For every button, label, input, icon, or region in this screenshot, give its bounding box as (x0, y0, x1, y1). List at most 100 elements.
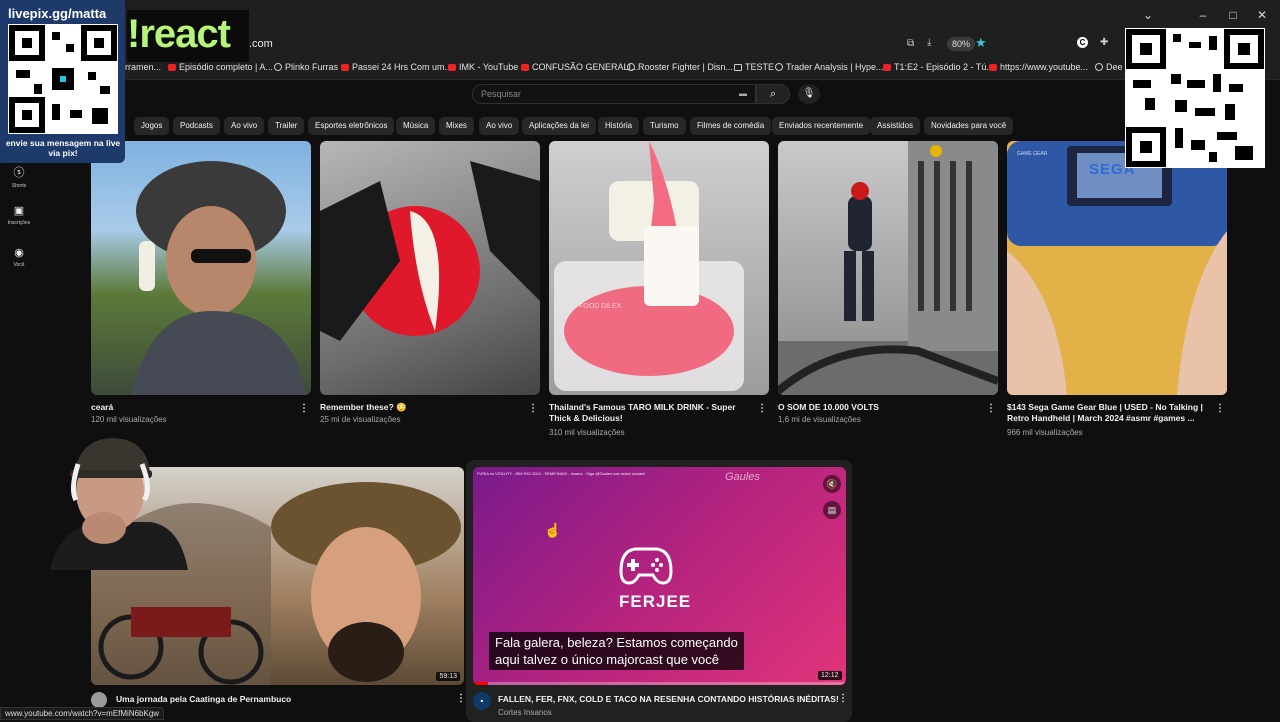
more-options-icon[interactable]: ⋮ (456, 693, 466, 704)
bookmark-item[interactable]: Plinko Furras (274, 62, 338, 72)
chip-filter[interactable]: História (598, 117, 639, 135)
chip-filter[interactable]: Mixes (439, 117, 474, 135)
progress-fill (473, 682, 488, 685)
video-views: 25 mi de visualizações (320, 415, 400, 424)
caption-line: Fala galera, beleza? Estamos começando (495, 634, 738, 651)
mute-icon[interactable]: 🔇 (823, 475, 841, 493)
channel-watermark: Gaules (725, 471, 760, 483)
youtube-icon (341, 64, 349, 71)
preview-top-strip: FURIA vs VITALITY - IEM RIO 2024 - SEMIF… (477, 471, 737, 476)
bookmark-item[interactable]: Episódio completo | A... (168, 62, 273, 72)
more-options-icon[interactable]: ⋮ (299, 403, 309, 414)
keyboard-icon[interactable]: ▬ (739, 89, 747, 98)
avatar[interactable]: ■ (473, 692, 491, 710)
qr-code-icon (1125, 28, 1265, 168)
bookmark-item[interactable]: CONFUSÃO GENERALI... (521, 62, 639, 72)
sidebar-item-you[interactable]: ◉Você (0, 246, 38, 268)
caption-box: Fala galera, beleza? Estamos começando a… (489, 632, 744, 670)
video-thumbnail[interactable] (320, 141, 540, 395)
react-logo-overlay: !react (127, 10, 249, 62)
video-views: 966 mil visualizações (1007, 428, 1083, 437)
video-title[interactable]: O SOM DE 10.000 VOLTS (778, 402, 973, 413)
mouse-cursor-icon: ☝ (544, 522, 561, 539)
sidebar-item-shorts[interactable]: ⓢShorts (0, 164, 38, 189)
video-thumbnail[interactable] (778, 141, 998, 395)
chip-filter[interactable]: Novidades para você (924, 117, 1013, 135)
more-options-icon[interactable]: ⋮ (528, 403, 538, 414)
zoom-level[interactable]: 80% (947, 37, 975, 51)
avatar[interactable] (91, 692, 107, 708)
bookmark-item[interactable]: https://www.youtube... (989, 62, 1088, 72)
chip-filter[interactable]: Jogos (134, 117, 169, 135)
chip-filter[interactable]: Aplicações da lei (522, 117, 596, 135)
bookmark-item[interactable]: Passei 24 Hrs Com um... (341, 62, 452, 72)
search-input[interactable]: Pesquisar ▬ (472, 84, 756, 104)
maximize-icon[interactable]: □ (1218, 8, 1248, 22)
bookmark-item[interactable]: Dee (1095, 62, 1123, 72)
more-options-icon[interactable]: ⋮ (757, 403, 767, 414)
video-preview-player[interactable]: FURIA vs VITALITY - IEM RIO 2024 - SEMIF… (473, 467, 846, 685)
chip-filter[interactable]: Ao vivo (479, 117, 519, 135)
chip-filter[interactable]: Podcasts (173, 117, 220, 135)
video-title[interactable]: Thailand's Famous TARO MILK DRINK - Supe… (549, 402, 754, 424)
video-title[interactable]: Remember these? 😳 (320, 402, 515, 413)
video-thumbnail[interactable]: FOOD DILEX (549, 141, 769, 395)
video-title[interactable]: $143 Sega Game Gear Blue | USED - No Tal… (1007, 402, 1205, 424)
bookmark-item[interactable]: Trader Analysis | Hype... (775, 62, 884, 72)
address-bar[interactable]: .com (249, 38, 273, 50)
video-title[interactable]: ceará (91, 402, 286, 413)
chip-filter[interactable]: Trailer (268, 117, 304, 135)
channel-name[interactable]: Cortes Insanos (498, 708, 552, 717)
bookmark-item[interactable]: rramen... (125, 62, 161, 72)
video-views: 1,6 mi de visualizações (778, 415, 861, 424)
captions-icon[interactable]: ▤ (823, 501, 841, 519)
chip-filter[interactable]: Música (396, 117, 435, 135)
streamer-webcam (40, 430, 190, 570)
minimize-icon[interactable]: – (1188, 8, 1218, 22)
folder-icon (734, 64, 742, 71)
more-options-icon[interactable]: ⋮ (986, 403, 996, 414)
search-placeholder: Pesquisar (481, 89, 521, 99)
more-options-icon[interactable]: ⋮ (1215, 403, 1225, 414)
bookmark-item[interactable]: Rooster Fighter | Disn... (627, 62, 733, 72)
download-icon[interactable]: ⤓ (927, 37, 931, 48)
search-button[interactable]: ⌕ (756, 84, 790, 104)
video-thumbnail[interactable]: SEGA GAME GEAR (1007, 141, 1227, 395)
more-options-icon[interactable]: ⋮ (838, 693, 848, 704)
voice-search-button[interactable]: 🎙 (798, 84, 820, 104)
youtube-icon (883, 64, 891, 71)
youtube-icon (168, 64, 176, 71)
video-title[interactable]: FALLEN, FER, FNX, COLD E TACO NA RESENHA… (498, 694, 839, 705)
video-thumbnail[interactable] (91, 141, 311, 395)
video-views: 310 mil visualizações (549, 428, 625, 437)
bookmark-item[interactable]: IMK - YouTube (448, 62, 518, 72)
thumbnail-art (91, 141, 311, 395)
install-app-icon[interactable]: ⧉ (907, 38, 914, 49)
bookmark-item[interactable]: T1:E2 - Episódio 2 - Tú... (883, 62, 994, 72)
thumbnail-art (549, 141, 769, 395)
sidebar-item-subscriptions[interactable]: ▣Inscrições (0, 204, 38, 226)
chip-filter[interactable]: Filmes de comédia (690, 117, 771, 135)
video-title[interactable]: Uma jornada pela Caatinga de Pernambuco (116, 694, 291, 705)
video-duration: 59:13 (436, 672, 460, 681)
chip-filter[interactable]: Esportes eletrônicos (308, 117, 394, 135)
close-icon[interactable]: ✕ (1247, 8, 1277, 22)
thumbnail-watermark: FOOD DILEX (579, 303, 621, 310)
bookmark-item[interactable]: TESTE (734, 62, 774, 72)
extension-icon[interactable]: C (1077, 37, 1088, 48)
thumbnail-art (320, 141, 540, 395)
livepix-overlay: livepix.gg/matta envie sua mensagem na l… (0, 0, 125, 163)
bookmark-star-icon[interactable]: ★ (975, 35, 987, 51)
tab-list-icon[interactable]: ⌄ (1133, 8, 1163, 22)
video-views: 120 mil visualizações (91, 415, 167, 424)
chip-filter[interactable]: Ao vivo (224, 117, 264, 135)
progress-track[interactable] (473, 682, 846, 685)
chip-filter[interactable]: Assistidos (870, 117, 920, 135)
disney-icon (627, 63, 635, 71)
youtube-icon (448, 64, 456, 71)
status-bar-url: www.youtube.com/watch?v=mEfMiN6bKgw (0, 707, 164, 720)
chip-filter[interactable]: Enviados recentemente (772, 117, 870, 135)
extensions-puzzle-icon[interactable]: ✚ (1100, 37, 1108, 48)
chip-filter[interactable]: Turismo (643, 117, 686, 135)
youtube-icon (989, 64, 997, 71)
